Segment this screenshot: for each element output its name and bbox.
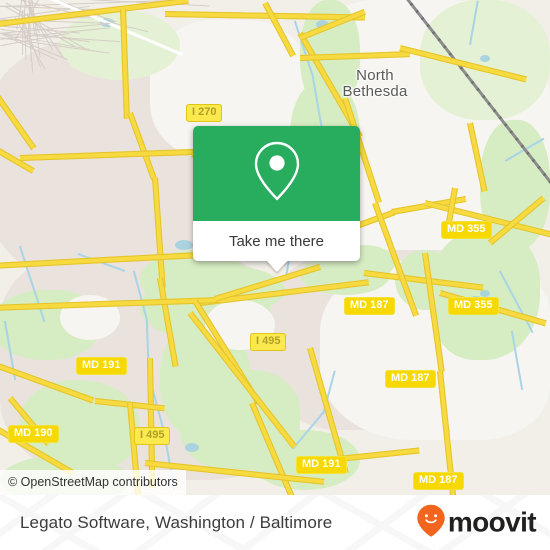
popup-tail-arrow: [265, 260, 288, 272]
road-shield-md-355: MD 355: [448, 297, 499, 315]
road-shield-md-355: MD 355: [441, 221, 492, 239]
location-popup[interactable]: Take me there: [193, 126, 360, 272]
road-shield-md-190: MD 190: [8, 425, 59, 443]
take-me-there-button[interactable]: Take me there: [193, 221, 360, 261]
map-attribution[interactable]: © OpenStreetMap contributors: [0, 470, 186, 495]
road-shield-i-495: I 495: [250, 333, 287, 351]
road-shield-i-270: I 270: [186, 104, 223, 122]
moovit-brand-logo[interactable]: moovit: [416, 503, 537, 542]
screenshot-root: North Bethesda I 270 MD 355 MD 187 MD 35…: [0, 0, 550, 550]
road-shield-md-187: MD 187: [344, 297, 395, 315]
water-pond: [480, 55, 490, 62]
road-shield-md-187: MD 187: [385, 370, 436, 388]
moovit-wordmark: moovit: [447, 506, 537, 538]
road-shield-md-191: MD 191: [296, 456, 347, 474]
water-pond: [480, 290, 490, 297]
moovit-smiley-pin-icon: [416, 503, 446, 542]
road-shield-md-187: MD 187: [413, 472, 464, 490]
road-shield-md-191: MD 191: [76, 357, 127, 375]
map-pin-icon: [253, 140, 301, 207]
footer-bar: Legato Software, Washington / Baltimore …: [0, 495, 550, 550]
page-title: Legato Software, Washington / Baltimore: [20, 512, 333, 532]
popup-header: [193, 126, 360, 221]
water-pond: [185, 443, 199, 452]
road-shield-i-495: I 495: [134, 427, 171, 445]
water-pond: [175, 240, 193, 250]
